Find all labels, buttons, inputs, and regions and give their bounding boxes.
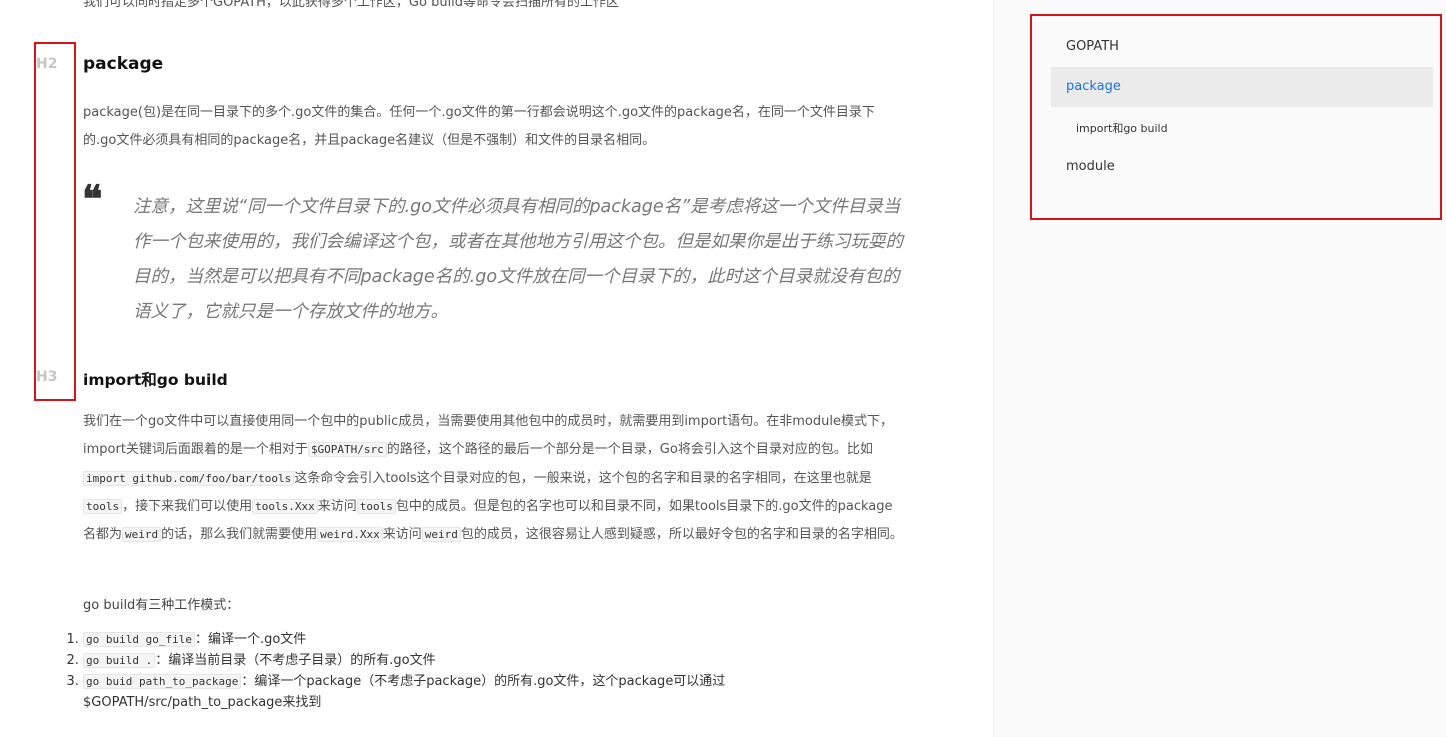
list-item: go buid path_to_package：编译一个package（不考虑子… bbox=[83, 671, 783, 713]
inline-code: weird bbox=[122, 527, 162, 543]
toc-item-gopath[interactable]: GOPATH bbox=[1066, 39, 1119, 54]
inline-code: tools.Xxx bbox=[252, 498, 318, 514]
toc-item-package[interactable]: package bbox=[1066, 79, 1121, 94]
list-item: go build .：编译当前目录（不考虑子目录）的所有.go文件 bbox=[83, 650, 783, 671]
heading-marker-highlight bbox=[34, 42, 76, 401]
toc-item-import-go-build[interactable]: import和go build bbox=[1076, 120, 1168, 136]
blockquote: 注意，这里说“同一个文件目录下的.go文件必须具有相同的package名”是考虑… bbox=[133, 197, 903, 322]
inline-code: import github.com/foo/bar/tools bbox=[83, 470, 295, 486]
previous-paragraph: 我们可以同时指定多个GOPATH，以此获得多个工作区，Go build等命令会扫… bbox=[83, 0, 620, 10]
toc-item-module[interactable]: module bbox=[1066, 159, 1115, 174]
import-paragraph: 我们在一个go文件中可以直接使用同一个包中的public成员，当需要使用其他包中… bbox=[83, 414, 903, 543]
list-item: go build go_file：编译一个.go文件 bbox=[83, 629, 783, 650]
heading-package: package bbox=[83, 54, 164, 74]
inline-code: $GOPATH/src bbox=[307, 442, 387, 458]
article-area: 我们可以同时指定多个GOPATH，以此获得多个工作区，Go build等命令会扫… bbox=[0, 0, 993, 737]
inline-code: weird bbox=[421, 527, 461, 543]
heading-import-go-build: import和go build bbox=[83, 371, 228, 389]
quote-icon: ❝ bbox=[82, 176, 103, 221]
inline-code: weird.Xxx bbox=[317, 527, 383, 543]
build-modes-list: go build go_file：编译一个.go文件 go build .：编译… bbox=[48, 629, 783, 713]
package-paragraph: package(包)是在同一目录下的多个.go文件的集合。任何一个.go文件的第… bbox=[83, 105, 875, 149]
build-modes-title: go build有三种工作模式： bbox=[83, 598, 240, 613]
inline-code: tools bbox=[83, 498, 123, 514]
inline-code: tools bbox=[356, 498, 396, 514]
h3-marker: H3 bbox=[36, 369, 58, 385]
h2-marker: H2 bbox=[36, 56, 58, 72]
